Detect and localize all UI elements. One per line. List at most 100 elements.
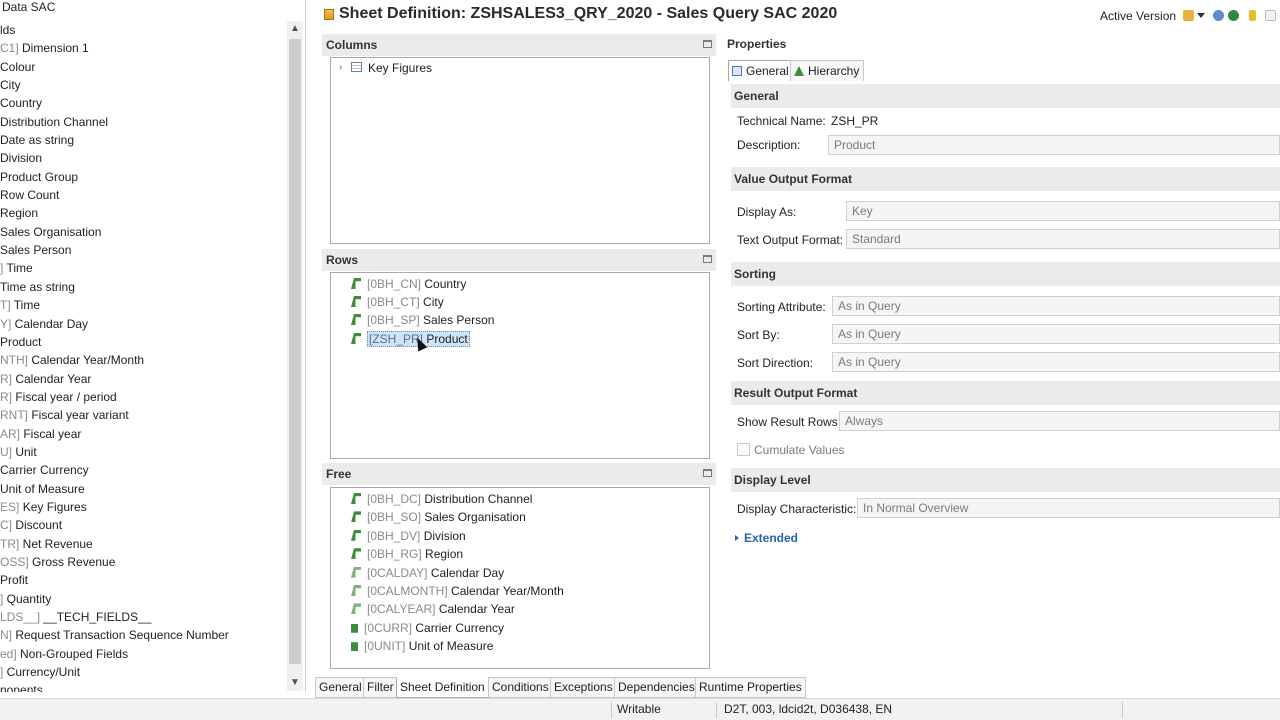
tab-filter[interactable]: Filter xyxy=(363,677,398,698)
free-item[interactable]: [0CURR] Carrier Currency xyxy=(351,619,504,637)
description-field[interactable]: Product xyxy=(828,135,1280,155)
display-characteristic-select[interactable]: In Normal Overview xyxy=(857,498,1280,518)
tech-name: [0CALDAY] xyxy=(367,565,428,580)
globe-icon[interactable] xyxy=(1213,10,1224,21)
tree-scrollbar[interactable]: ▲ ▼ xyxy=(287,21,303,691)
tab-hierarchy[interactable]: Hierarchy xyxy=(790,60,865,81)
maximize-icon[interactable] xyxy=(703,469,712,477)
scroll-down-icon[interactable]: ▼ xyxy=(287,675,303,691)
tree-item[interactable]: R] Fiscal year / period xyxy=(0,388,286,406)
tree-item[interactable]: ] Time xyxy=(0,259,286,277)
options-icon[interactable] xyxy=(1265,10,1276,21)
tree-item[interactable]: City xyxy=(0,76,286,94)
columns-area[interactable]: › Key Figures xyxy=(330,57,710,244)
tree-item[interactable]: Division xyxy=(0,149,286,167)
tree-item[interactable]: Y] Calendar Day xyxy=(0,315,286,333)
tree-item[interactable]: Carrier Currency xyxy=(0,461,286,479)
free-item[interactable]: [0CALMONTH] Calendar Year/Month xyxy=(351,582,564,600)
free-item[interactable]: [0BH_RG] Region xyxy=(351,545,463,563)
row-label: Product xyxy=(426,332,468,346)
tree-item[interactable]: Unit of Measure xyxy=(0,480,286,498)
tree-item[interactable]: Region xyxy=(0,204,286,222)
tree-item[interactable]: OSS] Gross Revenue xyxy=(0,553,286,571)
rows-area[interactable]: [0BH_CN] Country [0BH_CT] City [0BH_SP] … xyxy=(330,272,710,459)
tree-item[interactable]: Sales Organisation xyxy=(0,223,286,241)
tree-item[interactable]: ] Quantity xyxy=(0,590,286,608)
tree-item-label: Currency/Unit xyxy=(6,665,81,680)
scroll-up-icon[interactable]: ▲ xyxy=(287,21,303,37)
tree-item[interactable]: Profit xyxy=(0,571,286,589)
tree-item[interactable]: TR] Net Revenue xyxy=(0,535,286,553)
tree-item-label: Date as string xyxy=(0,133,75,148)
tree-item[interactable]: Product Group xyxy=(0,168,286,186)
tree-item[interactable]: Sales Person xyxy=(0,241,286,259)
row-item-product[interactable]: [ZSH_PR] Product xyxy=(351,330,470,348)
row-item-sales-person[interactable]: [0BH_SP] Sales Person xyxy=(351,311,494,329)
display-as-select[interactable]: Key xyxy=(846,201,1280,221)
tab-dependencies[interactable]: Dependencies xyxy=(614,677,699,698)
tree-item[interactable]: T] Time xyxy=(0,296,286,314)
tree-item[interactable]: C] Discount xyxy=(0,516,286,534)
tree-item-tech-prefix: TR] xyxy=(0,536,23,551)
sort-by-select[interactable]: As in Query xyxy=(832,324,1280,344)
show-result-rows-select[interactable]: Always xyxy=(839,411,1280,431)
cumulate-values-checkbox[interactable] xyxy=(737,443,750,456)
tab-exceptions[interactable]: Exceptions xyxy=(550,677,617,698)
key-figures-node[interactable]: Key Figures xyxy=(368,61,432,75)
tree-item[interactable]: ed] Non-Grouped Fields xyxy=(0,645,286,663)
tree-item[interactable]: NTH] Calendar Year/Month xyxy=(0,351,286,369)
free-item[interactable]: [0BH_DC] Distribution Channel xyxy=(351,490,532,508)
tree-item[interactable]: nonents xyxy=(0,681,286,692)
row-item-country[interactable]: [0BH_CN] Country xyxy=(351,275,466,293)
chevron-right-icon[interactable]: › xyxy=(339,62,342,73)
maximize-icon[interactable] xyxy=(703,40,712,48)
extended-section-toggle[interactable]: Extended xyxy=(735,531,798,545)
tree-item[interactable]: RNT] Fiscal year variant xyxy=(0,406,286,424)
tree-item[interactable]: LDS__] __TECH_FIELDS__ xyxy=(0,608,286,626)
tree-item[interactable]: U] Unit xyxy=(0,443,286,461)
tree-item-label: Fiscal year variant xyxy=(31,408,129,423)
maximize-icon[interactable] xyxy=(703,255,712,263)
text-output-format-select[interactable]: Standard xyxy=(846,229,1280,249)
free-item[interactable]: [0CALYEAR] Calendar Year xyxy=(351,600,515,618)
tree-item[interactable]: AR] Fiscal year xyxy=(0,425,286,443)
free-item-label: Division xyxy=(423,528,466,543)
tab-sheet-definition[interactable]: Sheet Definition xyxy=(396,677,489,698)
free-item[interactable]: [0UNIT] Unit of Measure xyxy=(351,637,493,655)
version-icon[interactable] xyxy=(1183,10,1194,21)
tree-item[interactable]: R] Calendar Year xyxy=(0,370,286,388)
tree-item[interactable]: N] Request Transaction Sequence Number xyxy=(0,626,286,644)
tree-item-label: Net Revenue xyxy=(22,536,93,551)
tree-item[interactable]: Date as string xyxy=(0,131,286,149)
sort-direction-select[interactable]: As in Query xyxy=(832,352,1280,372)
infoprovider-tree-pane: Data SAC lds C1] Dimension 1 Colour City Cou… xyxy=(0,0,306,692)
tree-item[interactable]: Time as string xyxy=(0,278,286,296)
tree-item[interactable]: Row Count xyxy=(0,186,286,204)
clipboard-icon[interactable] xyxy=(1249,10,1256,21)
free-item[interactable]: [0BH_DV] Division xyxy=(351,527,466,545)
tree-item[interactable]: Colour xyxy=(0,58,286,76)
tree-item[interactable]: Product xyxy=(0,333,286,351)
free-area[interactable]: [0BH_DC] Distribution Channel [0BH_SO] Sa… xyxy=(330,487,710,669)
tree-item[interactable]: Distribution Channel xyxy=(0,113,286,131)
tab-general[interactable]: General xyxy=(728,60,794,81)
tree-item[interactable]: ES] Key Figures xyxy=(0,498,286,516)
tree-item[interactable]: lds xyxy=(0,21,286,39)
scroll-thumb[interactable] xyxy=(289,39,301,664)
sheet-icon xyxy=(324,9,334,20)
sort-by-label: Sort By: xyxy=(737,328,780,342)
tab-conditions[interactable]: Conditions xyxy=(488,677,553,698)
sorting-attribute-select[interactable]: As in Query xyxy=(832,296,1280,316)
tree-item[interactable]: C1] Dimension 1 xyxy=(0,39,286,57)
chevron-down-icon[interactable] xyxy=(1197,13,1205,18)
tree-item-tech-prefix: ] xyxy=(0,665,7,680)
tree-item[interactable]: ] Currency/Unit xyxy=(0,663,286,681)
check-icon[interactable] xyxy=(1228,10,1239,21)
tree-item[interactable]: Country xyxy=(0,94,286,112)
time-characteristic-icon xyxy=(351,566,361,578)
free-item[interactable]: [0BH_SO] Sales Organisation xyxy=(351,508,526,526)
tab-runtime-properties[interactable]: Runtime Properties xyxy=(695,677,806,698)
row-item-city[interactable]: [0BH_CT] City xyxy=(351,293,444,311)
tab-general-bottom[interactable]: General xyxy=(315,677,366,698)
free-item[interactable]: [0CALDAY] Calendar Day xyxy=(351,564,504,582)
